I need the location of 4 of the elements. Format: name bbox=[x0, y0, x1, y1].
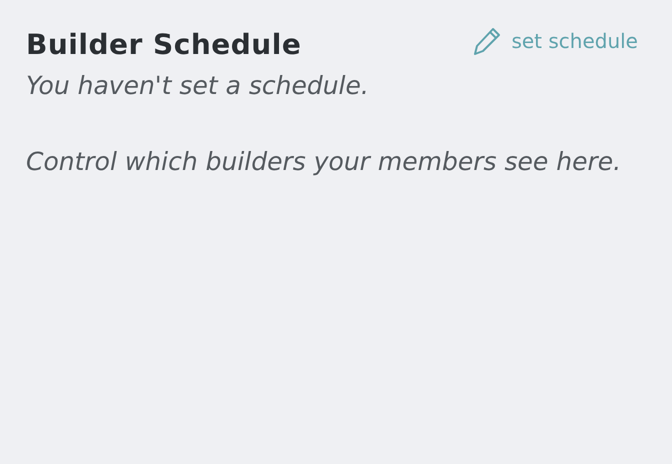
message-text: You haven't set a schedule. bbox=[26, 70, 370, 102]
message-text: Control which builders your members see here. bbox=[26, 146, 622, 178]
set-schedule-link[interactable]: set schedule bbox=[473, 24, 638, 56]
section-title: Builder Schedule bbox=[26, 27, 302, 63]
